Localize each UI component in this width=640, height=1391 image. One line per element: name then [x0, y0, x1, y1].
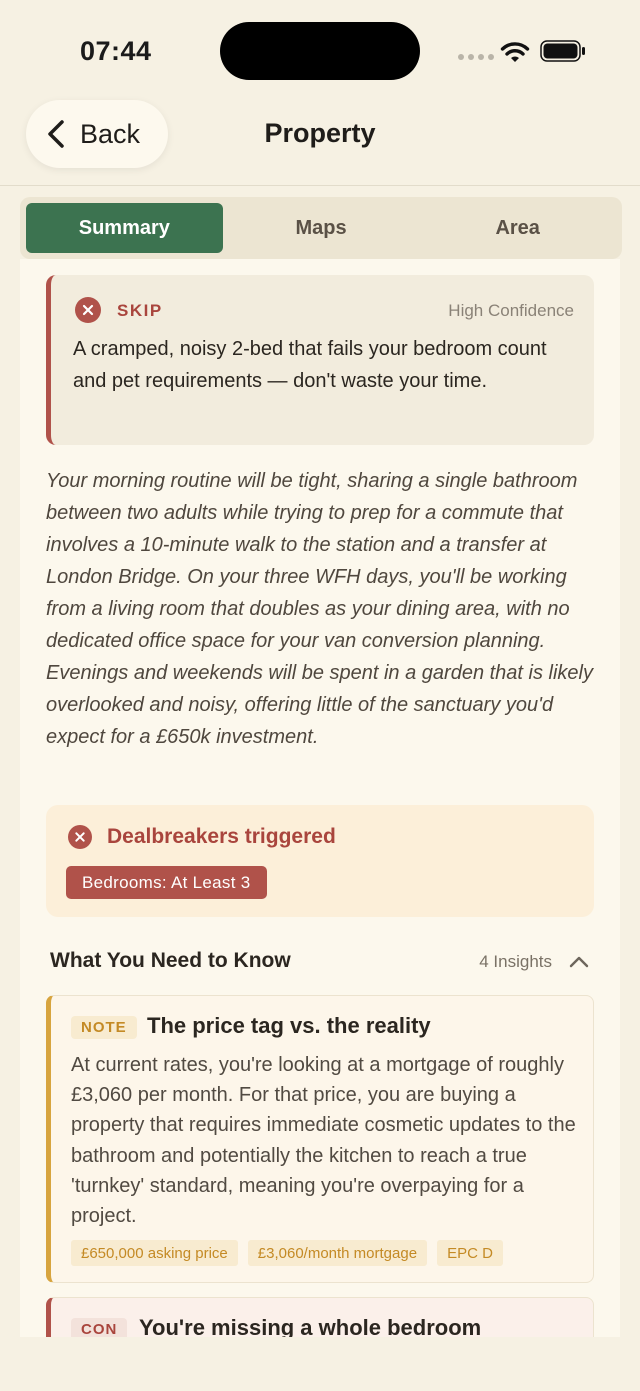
insight-chips: £650,000 asking price £3,060/month mortg… [71, 1240, 503, 1266]
summary-content[interactable]: SKIP High Confidence A cramped, noisy 2-… [20, 259, 620, 1337]
bottom-safe-area [0, 1337, 640, 1391]
confidence-label: High Confidence [448, 301, 574, 320]
insight-title: You're missing a whole bedroom [139, 1315, 482, 1337]
insight-tag: CON [71, 1318, 128, 1337]
tab-maps[interactable]: Maps [223, 203, 420, 253]
verdict-label: SKIP [117, 301, 163, 320]
cellular-signal-icon [458, 54, 494, 60]
x-circle-icon [68, 825, 92, 849]
status-time: 07:44 [80, 36, 152, 66]
tab-area[interactable]: Area [419, 203, 616, 253]
battery-icon [540, 40, 585, 62]
x-circle-icon [75, 297, 101, 323]
dynamic-island [220, 22, 420, 80]
verdict-text: A cramped, noisy 2-bed that fails your b… [73, 338, 547, 392]
dealbreakers-card: Dealbreakers triggered Bedrooms: At Leas… [46, 805, 594, 917]
insight-title: The price tag vs. the reality [147, 1013, 431, 1038]
insight-body: At current rates, you're looking at a mo… [71, 1054, 576, 1228]
wifi-icon [500, 42, 530, 62]
insights-section-header[interactable]: What You Need to Know 4 Insights [50, 949, 590, 979]
insight-card[interactable]: NOTE The price tag vs. the reality At cu… [46, 995, 594, 1283]
verdict-card: SKIP High Confidence A cramped, noisy 2-… [46, 275, 594, 445]
section-title: What You Need to Know [50, 949, 291, 972]
status-bar: 07:44 [0, 0, 640, 100]
page-title: Property [264, 118, 376, 148]
insight-chip: EPC D [437, 1240, 503, 1266]
insight-tag: NOTE [71, 1016, 137, 1039]
insight-chip: £3,060/month mortgage [247, 1240, 428, 1266]
dealbreaker-chip: Bedrooms: At Least 3 [66, 866, 267, 899]
tab-bar: Summary Maps Area [20, 197, 622, 259]
insight-chip: £650,000 asking price [71, 1240, 238, 1266]
insight-card[interactable]: CON You're missing a whole bedroom [46, 1297, 594, 1337]
narrative-text: Your morning routine will be tight, shar… [46, 470, 593, 748]
nav-header: Back Property [0, 100, 640, 186]
dealbreakers-title: Dealbreakers triggered [107, 825, 336, 848]
insight-count: 4 Insights [479, 952, 552, 971]
chevron-up-icon[interactable] [568, 953, 590, 971]
tab-summary[interactable]: Summary [26, 203, 223, 253]
